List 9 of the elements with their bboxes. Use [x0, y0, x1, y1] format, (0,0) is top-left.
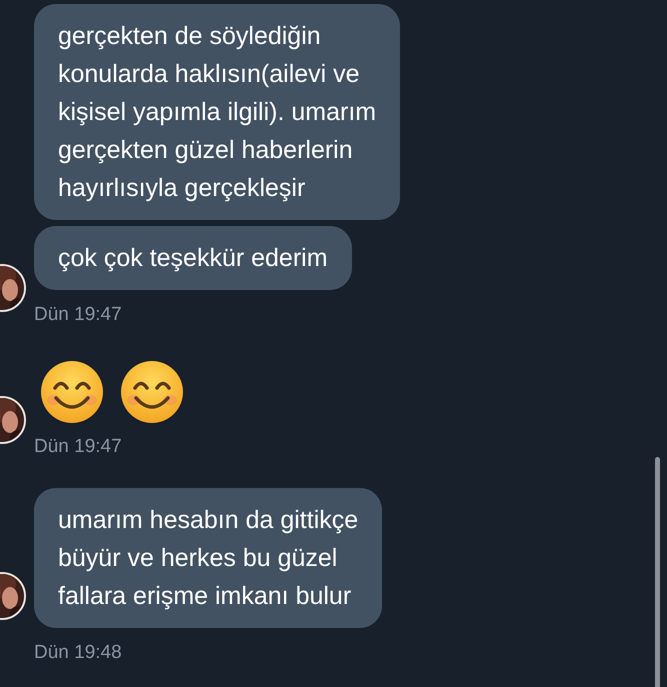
scrollbar[interactable]	[655, 457, 660, 687]
message-time: Dün 19:47	[34, 436, 122, 458]
message-bubble: umarım hesabın da gittikçe büyür ve herkes bu güzel fallara erişme imkanı bulur	[34, 488, 382, 628]
smiling-face-icon	[120, 360, 184, 424]
message-bubble: çok çok teşekkür ederim	[34, 226, 352, 290]
message-bubble: gerçekten de söylediğin konularda haklısın(ailevi ve kişisel yapımla ilgili). umarım gerçekten güzel haberlerin hayırlısıyla gerçekleşir	[34, 4, 400, 220]
message-time: Dün 19:47	[34, 304, 122, 326]
smiling-face-icon	[40, 360, 104, 424]
message-time: Dün 19:48	[34, 642, 122, 664]
